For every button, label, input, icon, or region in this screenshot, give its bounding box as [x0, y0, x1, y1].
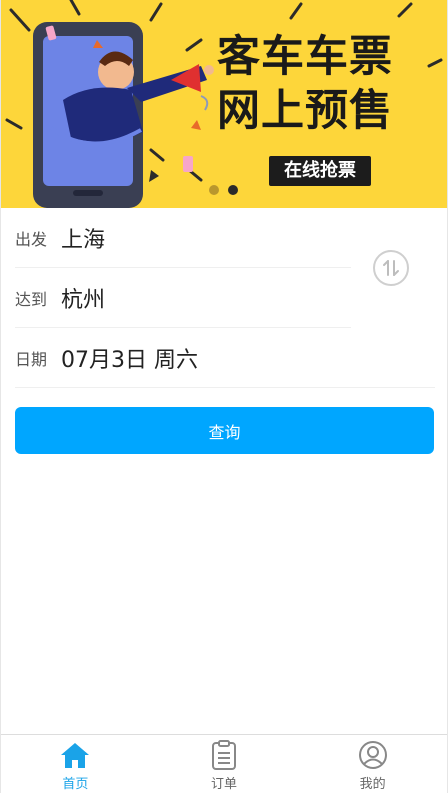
depart-city[interactable]: 上海: [61, 222, 105, 254]
arrive-label: 达到: [15, 289, 48, 309]
depart-row[interactable]: 出发 上海: [15, 208, 351, 268]
arrive-row[interactable]: 达到 杭州: [15, 268, 351, 328]
banner-title-line2: 网上预售: [217, 86, 393, 136]
tab-orders[interactable]: 订单: [150, 735, 299, 793]
carousel-dots: [209, 185, 238, 195]
banner-title: 客车车票 网上预售: [217, 30, 427, 138]
carousel-dot[interactable]: [209, 185, 219, 195]
banner-tag[interactable]: 在线抢票: [269, 156, 371, 186]
banner-title-line1: 客车车票: [217, 32, 393, 82]
user-icon: [358, 741, 387, 769]
arrive-city[interactable]: 杭州: [61, 282, 105, 314]
carousel-dot-active[interactable]: [228, 185, 238, 195]
tab-home-label: 首页: [62, 777, 89, 792]
clipboard-icon: [212, 740, 236, 770]
tab-orders-label: 订单: [211, 777, 238, 792]
promo-banner[interactable]: 客车车票 网上预售 在线抢票: [1, 0, 447, 208]
date-value[interactable]: 07月3日 周六: [61, 342, 198, 374]
query-button[interactable]: 查询: [15, 407, 434, 454]
tab-profile-label: 我的: [359, 777, 386, 792]
tab-home[interactable]: 首页: [1, 735, 150, 793]
bottom-tab-bar: 首页 订单 我的: [1, 734, 447, 793]
date-row[interactable]: 日期 07月3日 周六: [15, 328, 435, 388]
date-label: 日期: [15, 349, 48, 369]
home-icon: [61, 743, 90, 768]
swap-button[interactable]: [373, 250, 409, 286]
tab-profile[interactable]: 我的: [298, 735, 447, 793]
swap-arrows-icon: [383, 260, 399, 276]
depart-label: 出发: [15, 229, 48, 249]
ticket-search-form: 出发 上海 达到 杭州 日期 07月3日 周六: [15, 208, 435, 388]
